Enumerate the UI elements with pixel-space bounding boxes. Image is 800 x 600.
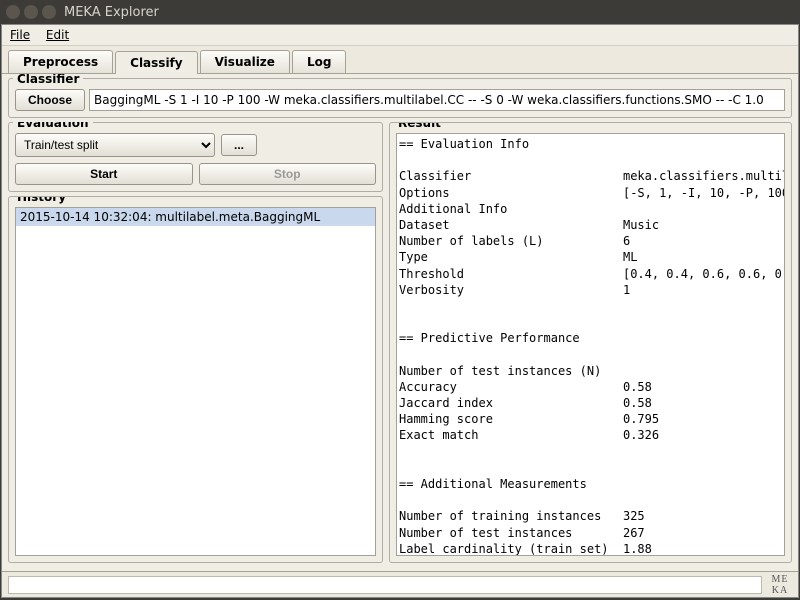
evaluation-panel: Evaluation Train/test split ... Start St… [8,122,383,192]
tab-classify[interactable]: Classify [115,51,197,74]
history-list[interactable]: 2015-10-14 10:32:04: multilabel.meta.Bag… [15,207,376,556]
evaluation-options-button[interactable]: ... [221,134,257,156]
choose-classifier-button[interactable]: Choose [15,89,85,111]
menu-file[interactable]: File [10,28,30,42]
window-title: MEKA Explorer [64,5,159,20]
maximize-icon[interactable] [42,5,56,19]
meka-logo-icon: ME KA [768,574,792,596]
minimize-icon[interactable] [24,5,38,19]
classifier-panel-title: Classifier [13,73,83,86]
evaluation-select[interactable]: Train/test split [15,133,215,157]
status-text [8,576,762,594]
stop-button: Stop [199,163,377,185]
tab-log[interactable]: Log [292,50,346,73]
evaluation-panel-title: Evaluation [13,122,93,130]
window-frame: File Edit Preprocess Classify Visualize … [1,24,799,598]
result-text[interactable]: == Evaluation Info Classifier meka.class… [396,133,785,556]
close-icon[interactable] [6,5,20,19]
statusbar: ME KA [2,571,798,597]
tab-visualize[interactable]: Visualize [200,50,290,73]
start-button[interactable]: Start [15,163,193,185]
history-item[interactable]: 2015-10-14 10:32:04: multilabel.meta.Bag… [16,208,375,226]
classifier-string[interactable]: BaggingML -S 1 -I 10 -P 100 -W meka.clas… [89,89,785,111]
menu-edit[interactable]: Edit [46,28,69,42]
result-panel-title: Result [394,122,783,130]
history-panel-title: History [13,196,374,204]
content-area: Classifier Choose BaggingML -S 1 -I 10 -… [2,73,798,571]
classifier-panel: Classifier Choose BaggingML -S 1 -I 10 -… [8,78,792,118]
result-panel: Result == Evaluation Info Classifier mek… [389,122,792,563]
tab-bar: Preprocess Classify Visualize Log [2,46,798,73]
history-panel: History 2015-10-14 10:32:04: multilabel.… [8,196,383,563]
menubar: File Edit [2,25,798,46]
titlebar: MEKA Explorer [0,0,800,24]
tab-preprocess[interactable]: Preprocess [8,50,113,73]
